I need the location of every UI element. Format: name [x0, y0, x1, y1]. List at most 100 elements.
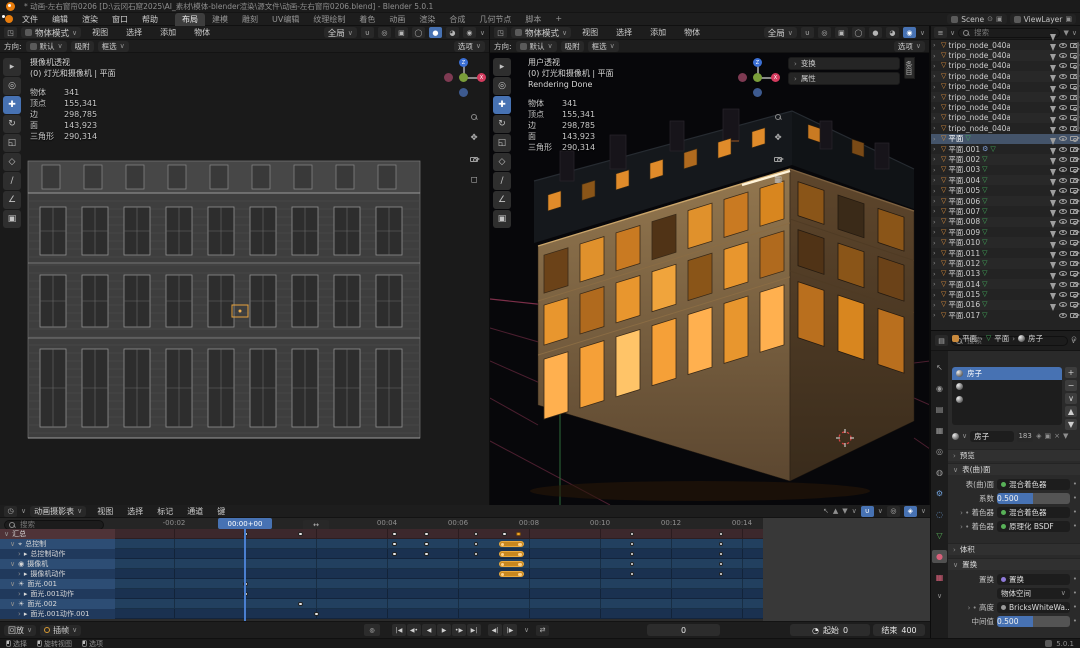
workspace-tab[interactable]: 动画 [382, 13, 412, 26]
channel-keys[interactable] [115, 559, 763, 569]
playback-sync-dropdown[interactable]: ∨ [524, 626, 529, 634]
expand-icon[interactable]: › [933, 207, 939, 215]
expand-icon[interactable]: › [933, 135, 939, 143]
outliner-row[interactable]: ›▽tripo_node_040a16 [931, 71, 1080, 81]
tab-object-data[interactable]: ▽ [932, 529, 947, 542]
outliner-item-label[interactable]: 平面.009 [948, 227, 980, 238]
expand-icon[interactable]: › [933, 197, 939, 205]
view-layer-selector[interactable]: ViewLayer ▣ [1010, 14, 1076, 24]
measure-tool[interactable]: ∠ [493, 191, 511, 209]
frame-start-field[interactable]: ◔ 起始 0 [790, 624, 870, 636]
pan-hand-icon[interactable]: ✥ [772, 132, 784, 144]
nav-gizmo[interactable]: ZX [738, 58, 782, 102]
render-toggle-icon[interactable] [1070, 188, 1078, 193]
outliner-search[interactable] [958, 28, 1060, 38]
frame-end-field[interactable]: 结束 400 [873, 624, 925, 636]
next-keyframe-button[interactable]: •▶ [452, 624, 466, 636]
expand-icon[interactable]: › [933, 270, 939, 278]
workspace-tab[interactable]: 建模 [205, 13, 235, 26]
workspace-tab[interactable]: 布局 [175, 13, 205, 26]
tab-modifiers[interactable]: ⚙ [932, 487, 947, 500]
editor-type-icon[interactable]: ≡ [934, 27, 947, 38]
outliner-item-label[interactable]: 平面.017 [948, 310, 980, 321]
hide-toggle-icon[interactable] [1059, 302, 1067, 307]
outliner-item-label[interactable]: tripo_node_040a16 [948, 41, 1010, 50]
expand-icon[interactable]: › [933, 239, 939, 247]
expand-icon[interactable]: › [933, 93, 939, 101]
menu-视图[interactable]: 视图 [575, 27, 605, 38]
breadcrumb-object[interactable]: 平面 [962, 333, 977, 344]
outliner-row[interactable]: ›▽平面.013▽ [931, 269, 1080, 279]
hide-toggle-icon[interactable] [1059, 251, 1067, 256]
shading-3-icon[interactable]: ◉ [903, 27, 916, 38]
expand-icon[interactable]: ∨ [10, 540, 15, 548]
menu-渲染[interactable]: 渲染 [75, 14, 105, 25]
keyframe[interactable] [424, 552, 429, 557]
keyframe-hold[interactable] [499, 561, 524, 568]
annotate-tool[interactable]: ∕ [493, 172, 511, 190]
outliner-row[interactable]: ›▽平面.009▽ [931, 227, 1080, 237]
workspace-tab[interactable]: 着色 [352, 13, 382, 26]
scale-tool[interactable]: ◱ [3, 134, 21, 152]
keyframe[interactable] [719, 552, 724, 557]
prop-field[interactable]: 原理化 BSDF [997, 521, 1070, 532]
shading-dropdown[interactable]: ∨ [920, 29, 925, 37]
lock-icon[interactable]: ◻ [468, 174, 480, 186]
render-toggle-icon[interactable] [1070, 230, 1078, 235]
hide-toggle-icon[interactable] [1059, 74, 1067, 79]
channel-keys[interactable] [115, 609, 763, 619]
breadcrumb-data[interactable]: 平面 [994, 333, 1009, 344]
shading-1-icon[interactable]: ● [429, 27, 442, 38]
add-slot-button[interactable]: + [1065, 367, 1077, 378]
snap-magnet-icon[interactable]: ∪ [361, 27, 374, 38]
keyframe[interactable] [424, 542, 429, 547]
workspace-tab[interactable]: 雕刻 [235, 13, 265, 26]
keyframe[interactable] [630, 552, 635, 557]
properties-panel-header[interactable]: › 属性 [788, 72, 900, 85]
nav-gizmo[interactable]: ZX [444, 58, 488, 102]
timeline-ruler[interactable]: -00:0200:0200:0400:0600:0800:1000:1200:1… [0, 518, 763, 529]
outliner-row[interactable]: ›▽tripo_node_040a16 [931, 40, 1080, 50]
transform-tool[interactable]: ◇ [493, 153, 511, 171]
outliner-row[interactable]: ›▽tripo_node_040a16 [931, 123, 1080, 133]
channel-row[interactable]: ›▸总控制动作 [0, 549, 763, 559]
prev-keyframe-button[interactable]: ◀• [407, 624, 421, 636]
mode-dropdown[interactable]: 物体模式∨ [511, 27, 571, 38]
outliner-row[interactable]: ›▽tripo_node_040a16 [931, 113, 1080, 123]
prop-field[interactable]: 置换 [997, 574, 1070, 585]
decorator-dot[interactable]: • [1073, 617, 1077, 625]
channel-keys[interactable] [115, 539, 763, 549]
expand-icon[interactable]: › [933, 301, 939, 309]
menu-编辑[interactable]: 编辑 [45, 14, 75, 25]
shading-dropdown[interactable]: ∨ [480, 29, 485, 37]
pin-icon[interactable]: ⊙ [1071, 335, 1077, 343]
hide-toggle-icon[interactable] [1059, 209, 1067, 214]
channel-name[interactable]: ∨◉摄像机 [0, 559, 115, 569]
proportional-icon[interactable]: ◎ [887, 506, 900, 517]
grid-icon[interactable]: ▦ [772, 174, 784, 186]
workspace-tab[interactable]: 合成 [442, 13, 472, 26]
tool-dropdown[interactable]: 框选∨ [98, 41, 129, 52]
hide-toggle-icon[interactable] [1059, 282, 1067, 287]
expand-icon[interactable]: › [933, 176, 939, 184]
expand-icon[interactable]: › [18, 610, 21, 618]
new-scene-icon[interactable]: ▣ [996, 15, 1003, 23]
outliner-row[interactable]: ›▽tripo_node_040a16 [931, 92, 1080, 102]
tab-material[interactable]: ● [932, 550, 947, 563]
menu-文件[interactable]: 文件 [15, 14, 45, 25]
transform-space-dropdown[interactable]: 全局∨ [324, 27, 357, 38]
axis-x-neg[interactable] [444, 73, 453, 82]
camera-view-icon[interactable] [468, 153, 480, 165]
step-forward-button[interactable]: |▶ [503, 624, 517, 636]
workspace-tab[interactable]: 渲染 [412, 13, 442, 26]
viewport-right-canvas[interactable]: ▸◎✚↻◱◇∕∠▣ 用户透视 (0) 灯光和摄像机 | 平面 Rendering… [490, 53, 929, 505]
options-dropdown[interactable]: 选项∨ [894, 41, 925, 52]
outliner-item-label[interactable]: tripo_node_040a16 [948, 103, 1010, 112]
decorator-dot[interactable]: • [1073, 508, 1077, 516]
hide-toggle-icon[interactable] [1059, 95, 1067, 100]
expand-icon[interactable]: › [18, 550, 21, 558]
proportional-icon[interactable]: ◎ [378, 27, 391, 38]
expand-icon[interactable]: › [933, 124, 939, 132]
jump-end-button[interactable]: ▶| [467, 624, 481, 636]
cursor-tool[interactable]: ◎ [3, 77, 21, 95]
